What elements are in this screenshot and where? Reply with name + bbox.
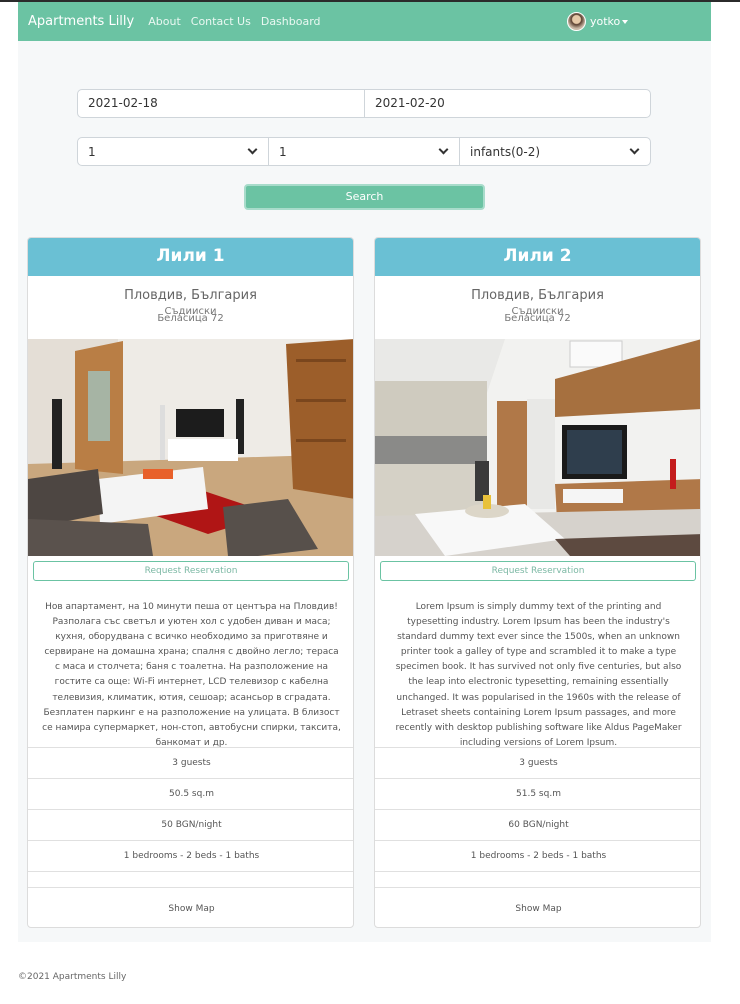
- infants-select-value: infants(0-2): [470, 144, 541, 159]
- check-out-field[interactable]: 2021-02-20: [364, 89, 651, 118]
- apartment-description: Нов апартамент, на 10 минути пеша от цен…: [42, 602, 341, 748]
- adults-select-value: 1: [88, 144, 96, 159]
- show-map-button[interactable]: Show Map: [28, 887, 353, 927]
- nav-link-contact[interactable]: Contact Us: [191, 15, 251, 28]
- apartment-photo[interactable]: [28, 339, 353, 556]
- children-select[interactable]: 1: [268, 137, 460, 166]
- apartment-card: Лили 1 Пловдив, България Съдииски Беласи…: [27, 237, 354, 928]
- footer-copyright: ©2021 Apartments Lilly: [18, 972, 127, 982]
- rooms-info: 1 bedrooms - 2 beds - 1 baths: [28, 840, 353, 871]
- apartment-photo[interactable]: [375, 339, 700, 556]
- request-reservation-button[interactable]: Request Reservation: [380, 561, 696, 581]
- guests-info: 3 guests: [375, 747, 700, 778]
- avatar: [567, 12, 586, 31]
- price-info: 60 BGN/night: [375, 809, 700, 840]
- apartment-address: Съдииски Беласица 72: [375, 303, 700, 324]
- kitchen-living-photo: [375, 339, 700, 556]
- apartment-street: Беласица 72: [504, 313, 571, 324]
- children-select-value: 1: [279, 144, 287, 159]
- brand-link[interactable]: Apartments Lilly: [28, 14, 134, 29]
- chevron-down-icon: [629, 144, 640, 155]
- apartment-card: Лили 2 Пловдив, България Съдииски Беласи…: [374, 237, 701, 928]
- caret-down-icon: [622, 19, 629, 24]
- apartment-title: Лили 1: [28, 238, 353, 276]
- empty-row: [375, 871, 700, 887]
- chevron-down-icon: [438, 144, 449, 155]
- user-menu[interactable]: yotko: [567, 12, 629, 31]
- apartment-title: Лили 2: [375, 238, 700, 276]
- infants-select[interactable]: infants(0-2): [459, 137, 651, 166]
- check-in-field[interactable]: 2021-02-18: [77, 89, 365, 118]
- apartment-city: Пловдив, България: [124, 288, 257, 303]
- apartment-description: Lorem Ipsum is simply dummy text of the …: [395, 602, 682, 748]
- empty-row: [28, 871, 353, 887]
- adults-select[interactable]: 1: [77, 137, 269, 166]
- navbar: Apartments Lilly About Contact Us Dashbo…: [18, 2, 711, 41]
- rooms-info: 1 bedrooms - 2 beds - 1 baths: [375, 840, 700, 871]
- chevron-down-icon: [247, 144, 258, 155]
- nav-link-dashboard[interactable]: Dashboard: [261, 15, 321, 28]
- username: yotko: [590, 15, 621, 28]
- apartment-address: Съдииски Беласица 72: [28, 303, 353, 324]
- area-info: 51.5 sq.m: [375, 778, 700, 809]
- apartment-street: Беласица 72: [157, 313, 224, 324]
- search-button[interactable]: Search: [244, 184, 485, 210]
- guests-info: 3 guests: [28, 747, 353, 778]
- price-info: 50 BGN/night: [28, 809, 353, 840]
- area-info: 50.5 sq.m: [28, 778, 353, 809]
- apartment-city: Пловдив, България: [471, 288, 604, 303]
- nav-link-about[interactable]: About: [148, 15, 181, 28]
- living-room-photo: [28, 339, 353, 556]
- show-map-button[interactable]: Show Map: [375, 887, 700, 927]
- request-reservation-button[interactable]: Request Reservation: [33, 561, 349, 581]
